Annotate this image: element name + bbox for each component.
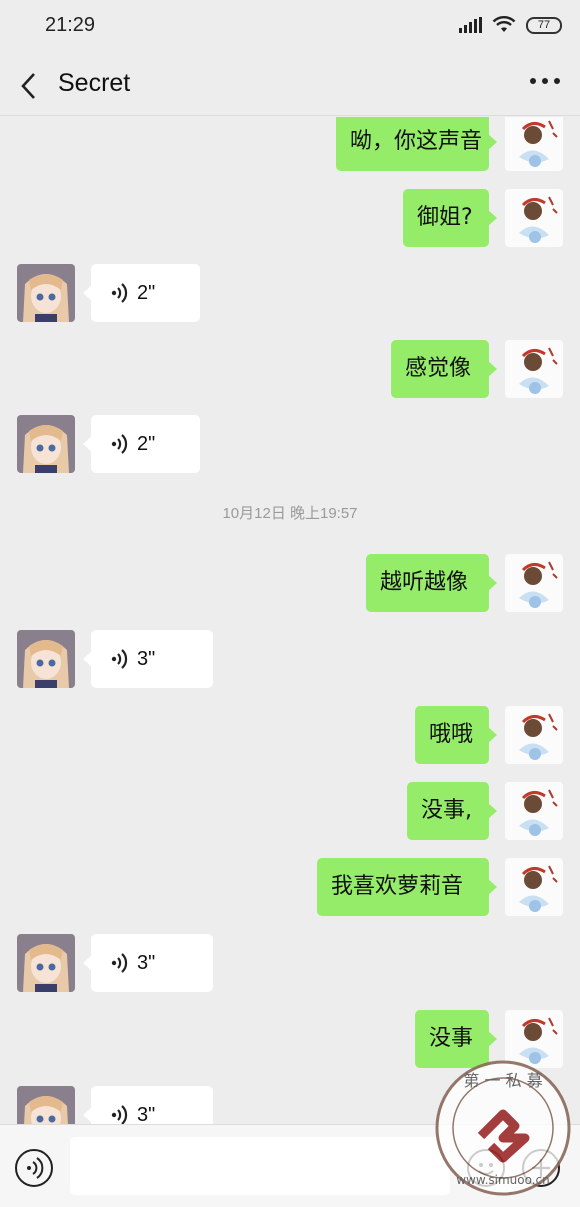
- chevron-left-icon: [21, 73, 35, 99]
- watermark-top-text: 第 一 私 募: [463, 1071, 542, 1090]
- my-avatar[interactable]: [505, 706, 563, 764]
- outgoing-text-bubble[interactable]: 我喜欢萝莉音: [317, 858, 497, 916]
- message-list[interactable]: 呦，你这声音御姐? 2" 感觉像 2" 10月12日 晚上19:57 越听越像 3" 哦哦没事…: [0, 117, 580, 1124]
- my-avatar[interactable]: [505, 117, 563, 171]
- incoming-voice-message[interactable]: 2": [83, 264, 200, 322]
- battery-indicator: 77: [526, 16, 562, 34]
- voice-wave-icon: [111, 1105, 128, 1124]
- message-row: 2": [0, 264, 580, 322]
- message-row: 哦哦: [0, 706, 580, 764]
- wifi-icon: [492, 16, 516, 32]
- contact-avatar[interactable]: [17, 934, 75, 992]
- voice-duration: 3": [137, 648, 156, 670]
- watermark-bottom-text: www.simuoo.cn: [456, 1173, 550, 1187]
- message-row: 御姐?: [0, 189, 580, 247]
- my-avatar[interactable]: [505, 189, 563, 247]
- voice-wave-icon: [111, 283, 128, 303]
- voice-mode-button[interactable]: [15, 1149, 53, 1187]
- message-row: 2": [0, 415, 580, 473]
- status-icons: 77: [459, 16, 562, 34]
- chat-header: Secret: [0, 56, 580, 116]
- watermark-seal: 第 一 私 募 www.simuoo.cn: [435, 1060, 571, 1196]
- message-row: 我喜欢萝莉音: [0, 858, 580, 916]
- incoming-voice-message[interactable]: 2": [83, 415, 200, 473]
- outgoing-text-bubble[interactable]: 御姐?: [403, 189, 497, 247]
- contact-avatar[interactable]: [17, 1086, 75, 1124]
- my-avatar[interactable]: [505, 858, 563, 916]
- voice-wave-icon: [111, 953, 128, 973]
- outgoing-text-bubble[interactable]: 哦哦: [415, 706, 497, 764]
- contact-avatar[interactable]: [17, 630, 75, 688]
- message-row: 越听越像: [0, 554, 580, 612]
- my-avatar[interactable]: [505, 340, 563, 398]
- contact-avatar[interactable]: [17, 415, 75, 473]
- voice-mode-icon: [27, 1157, 44, 1179]
- back-button[interactable]: [10, 66, 50, 106]
- voice-duration: 3": [137, 952, 156, 974]
- incoming-voice-message[interactable]: 3": [83, 630, 213, 688]
- more-options-button[interactable]: [530, 78, 560, 84]
- more-dots-icon: [530, 78, 536, 84]
- voice-duration: 2": [137, 282, 156, 304]
- outgoing-text-bubble[interactable]: 呦，你这声音: [336, 117, 497, 171]
- message-row: 感觉像: [0, 340, 580, 398]
- incoming-voice-message[interactable]: 3": [83, 1086, 213, 1124]
- outgoing-text-bubble[interactable]: 越听越像: [366, 554, 497, 612]
- outgoing-text-bubble[interactable]: 感觉像: [391, 340, 497, 398]
- incoming-voice-message[interactable]: 3": [83, 934, 213, 992]
- chat-title: Secret: [58, 69, 131, 97]
- voice-duration: 2": [137, 433, 156, 455]
- outgoing-text-bubble[interactable]: 没事,: [407, 782, 497, 840]
- status-bar: 21:29 77: [0, 0, 580, 56]
- timestamp: 10月12日 晚上19:57: [222, 505, 358, 522]
- message-row: 呦，你这声音: [0, 117, 580, 171]
- voice-wave-icon: [111, 434, 128, 454]
- message-input[interactable]: [70, 1137, 450, 1195]
- message-row: 3": [0, 630, 580, 688]
- voice-duration: 3": [137, 1104, 156, 1124]
- message-row: 3": [0, 934, 580, 992]
- my-avatar[interactable]: [505, 554, 563, 612]
- voice-wave-icon: [111, 649, 128, 669]
- message-row: 没事,: [0, 782, 580, 840]
- signal-icon: [459, 17, 482, 33]
- my-avatar[interactable]: [505, 782, 563, 840]
- status-time: 21:29: [45, 14, 96, 36]
- contact-avatar[interactable]: [17, 264, 75, 322]
